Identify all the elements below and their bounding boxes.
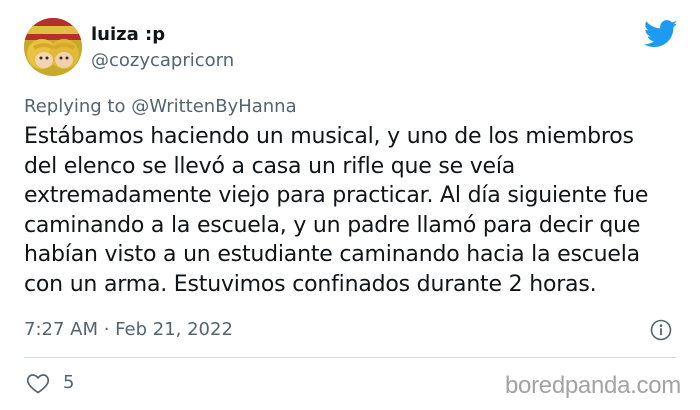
watermark: boredpanda.com: [505, 372, 681, 399]
tweet-text-line: habían visto a un estudiante caminando h…: [24, 242, 640, 267]
twitter-bird-icon[interactable]: [644, 20, 678, 48]
info-icon[interactable]: [650, 319, 672, 341]
tweet-text-line: Estábamos haciendo un musical, y uno de …: [24, 124, 634, 149]
tweet-text-line: del elenco se llevó a casa un rifle que …: [24, 153, 516, 179]
avatar-image: [24, 18, 82, 76]
like-count: 5: [63, 372, 75, 393]
tweet-text: Estábamos haciendo un musical, y uno de …: [24, 122, 694, 299]
heart-icon[interactable]: [26, 372, 50, 394]
divider: [24, 357, 676, 358]
tweet-card: luiza :p @cozycapricorn Replying to @Wri…: [0, 0, 700, 410]
avatar[interactable]: [24, 18, 82, 76]
tweet-text-line: con un arma. Estuvimos confinados durant…: [24, 271, 597, 297]
display-name[interactable]: luiza :p: [91, 24, 165, 46]
tweet-timestamp[interactable]: 7:27 AM · Feb 21, 2022: [24, 319, 233, 341]
tweet-text-line: caminando a la escuela, y un padre llamó…: [24, 212, 641, 238]
replying-to[interactable]: Replying to @WrittenByHanna: [24, 96, 297, 118]
user-handle[interactable]: @cozycapricorn: [91, 50, 234, 72]
tweet-text-line: extremadamente viejo para practicar. Al …: [24, 183, 649, 208]
